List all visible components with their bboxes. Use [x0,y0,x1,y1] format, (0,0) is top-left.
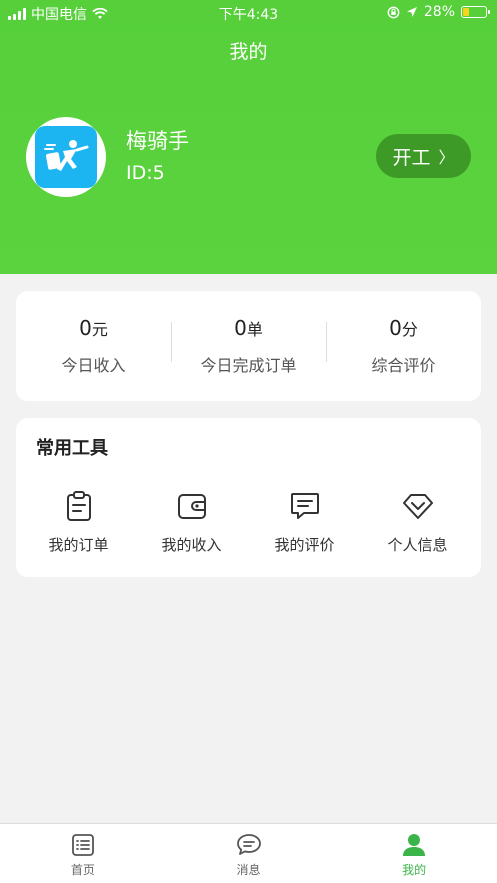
tab-home[interactable]: 首页 [0,824,166,883]
list-icon [0,833,166,857]
tab-label: 我的 [402,863,427,877]
tab-label: 消息 [236,863,261,877]
clipboard-icon [22,490,135,522]
tools-card: 常用工具 我的订单 我的收入 我的评价 个人信息 [16,418,481,577]
user-name: 梅骑手 [126,129,189,153]
tool-label: 我的订单 [48,536,109,554]
battery-percent: 28% [423,4,455,20]
stat-label: 综合评价 [371,356,436,375]
stat-unit: 元 [91,320,108,339]
chevron-right-icon: 〉 [438,148,455,167]
tab-mine[interactable]: 我的 [331,824,497,883]
stat-unit: 分 [401,320,418,339]
profile-header: 中国电信 下午4:43 28% 我的 梅骑手 ID:5 开工 〉 [0,0,497,274]
comment-icon [248,490,361,522]
battery-icon [461,6,490,18]
tools-title: 常用工具 [36,438,108,459]
stat-today-orders[interactable]: 0单 今日完成订单 [171,316,326,376]
tools-row: 我的订单 我的收入 我的评价 个人信息 [16,490,481,555]
message-icon [166,833,332,857]
tab-messages[interactable]: 消息 [166,824,332,883]
location-arrow-icon [406,7,417,17]
stat-value: 0 [234,316,247,340]
tool-label: 我的评价 [274,536,335,554]
stat-value: 0 [79,316,92,340]
stats-card: 0元 今日收入 0单 今日完成订单 0分 综合评价 [16,291,481,401]
stat-value: 0 [389,316,402,340]
courier-logo-icon [35,126,97,188]
tool-my-orders[interactable]: 我的订单 [22,490,135,555]
page-title: 我的 [229,41,268,63]
rotation-lock-icon [387,6,400,18]
diamond-icon [361,490,474,522]
person-icon [331,833,497,857]
stat-unit: 单 [246,320,263,339]
stat-label: 今日收入 [61,356,126,375]
tool-label: 我的收入 [161,536,222,554]
tool-my-reviews[interactable]: 我的评价 [248,490,361,555]
tool-label: 个人信息 [387,536,448,554]
tool-personal-info[interactable]: 个人信息 [361,490,474,555]
tool-my-income[interactable]: 我的收入 [135,490,248,555]
tab-bar: 首页 消息 我的 [0,823,497,883]
start-work-label: 开工 [392,146,431,169]
wallet-icon [135,490,248,522]
status-bar: 中国电信 下午4:43 28% [0,0,497,26]
avatar[interactable] [26,117,106,197]
stat-today-income[interactable]: 0元 今日收入 [16,316,171,376]
start-work-button[interactable]: 开工 〉 [376,134,471,178]
stat-label: 今日完成订单 [200,356,297,375]
tab-label: 首页 [70,863,95,877]
stat-rating[interactable]: 0分 综合评价 [326,316,481,376]
user-id: ID:5 [126,162,165,184]
